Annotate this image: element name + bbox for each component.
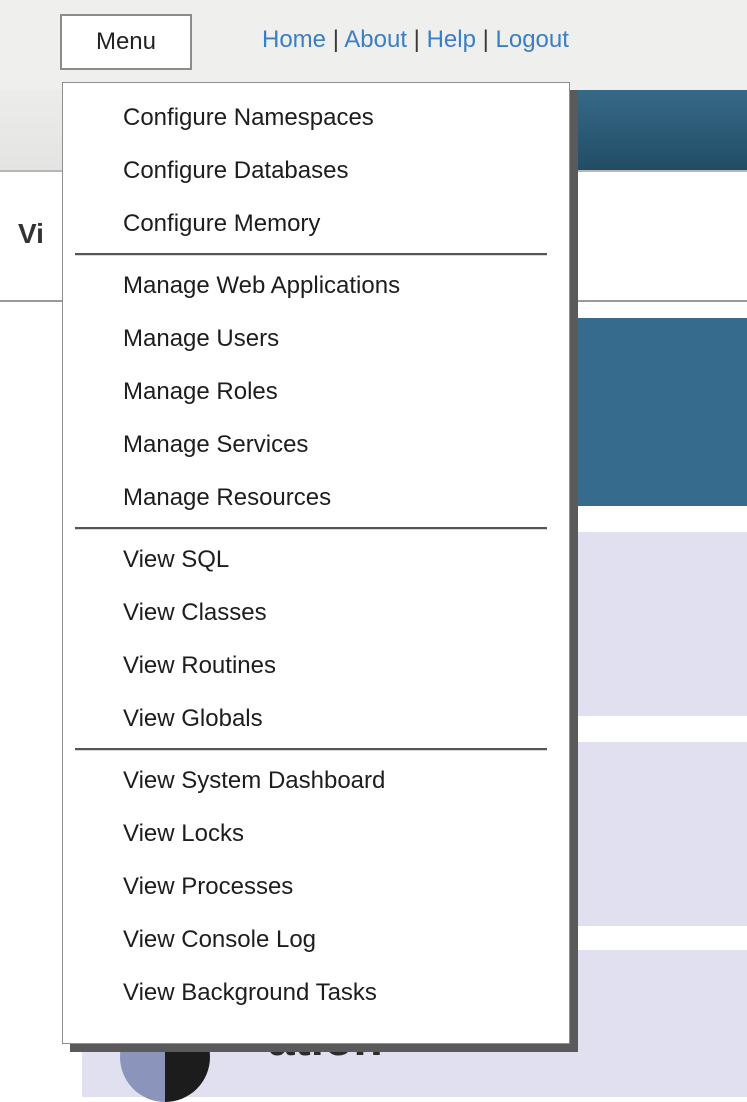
menu-item-manage-services[interactable]: Manage Services: [63, 418, 569, 471]
menu-item-view-classes[interactable]: View Classes: [63, 586, 569, 639]
menu-item-manage-users[interactable]: Manage Users: [63, 312, 569, 365]
logout-link[interactable]: Logout: [496, 26, 569, 53]
menu-item-view-locks[interactable]: View Locks: [63, 807, 569, 860]
menu-item-view-background-tasks[interactable]: View Background Tasks: [63, 966, 569, 1019]
menu-item-manage-roles[interactable]: Manage Roles: [63, 365, 569, 418]
menu-item-configure-memory[interactable]: Configure Memory: [63, 197, 569, 250]
about-link[interactable]: About: [344, 26, 407, 53]
menu-item-view-globals[interactable]: View Globals: [63, 692, 569, 745]
main-menu-dropdown: Configure Namespaces Configure Databases…: [62, 82, 570, 1044]
link-separator: |: [332, 26, 339, 53]
view-label: Vi: [18, 218, 44, 249]
menu-divider: [75, 748, 547, 751]
menu-item-view-system-dashboard[interactable]: View System Dashboard: [63, 754, 569, 807]
menu-group-manage: Manage Web Applications Manage Users Man…: [63, 259, 569, 524]
menu-item-configure-databases[interactable]: Configure Databases: [63, 144, 569, 197]
menu-button[interactable]: Menu: [60, 14, 192, 70]
link-separator: |: [482, 26, 489, 53]
menu-item-view-console-log[interactable]: View Console Log: [63, 913, 569, 966]
menu-item-configure-namespaces[interactable]: Configure Namespaces: [63, 91, 569, 144]
menu-item-manage-resources[interactable]: Manage Resources: [63, 471, 569, 524]
menu-group-configure: Configure Namespaces Configure Databases…: [63, 91, 569, 250]
menu-item-view-sql[interactable]: View SQL: [63, 533, 569, 586]
menu-divider: [75, 527, 547, 530]
menu-group-view-data: View SQL View Classes View Routines View…: [63, 533, 569, 745]
menu-item-view-routines[interactable]: View Routines: [63, 639, 569, 692]
header-links: Home | About | Help | Logout: [262, 26, 569, 54]
menu-group-view-system: View System Dashboard View Locks View Pr…: [63, 754, 569, 1019]
help-link[interactable]: Help: [427, 26, 476, 53]
home-link[interactable]: Home: [262, 26, 326, 53]
menu-item-manage-web-applications[interactable]: Manage Web Applications: [63, 259, 569, 312]
link-separator: |: [413, 26, 420, 53]
menu-divider: [75, 253, 547, 256]
menu-item-view-processes[interactable]: View Processes: [63, 860, 569, 913]
